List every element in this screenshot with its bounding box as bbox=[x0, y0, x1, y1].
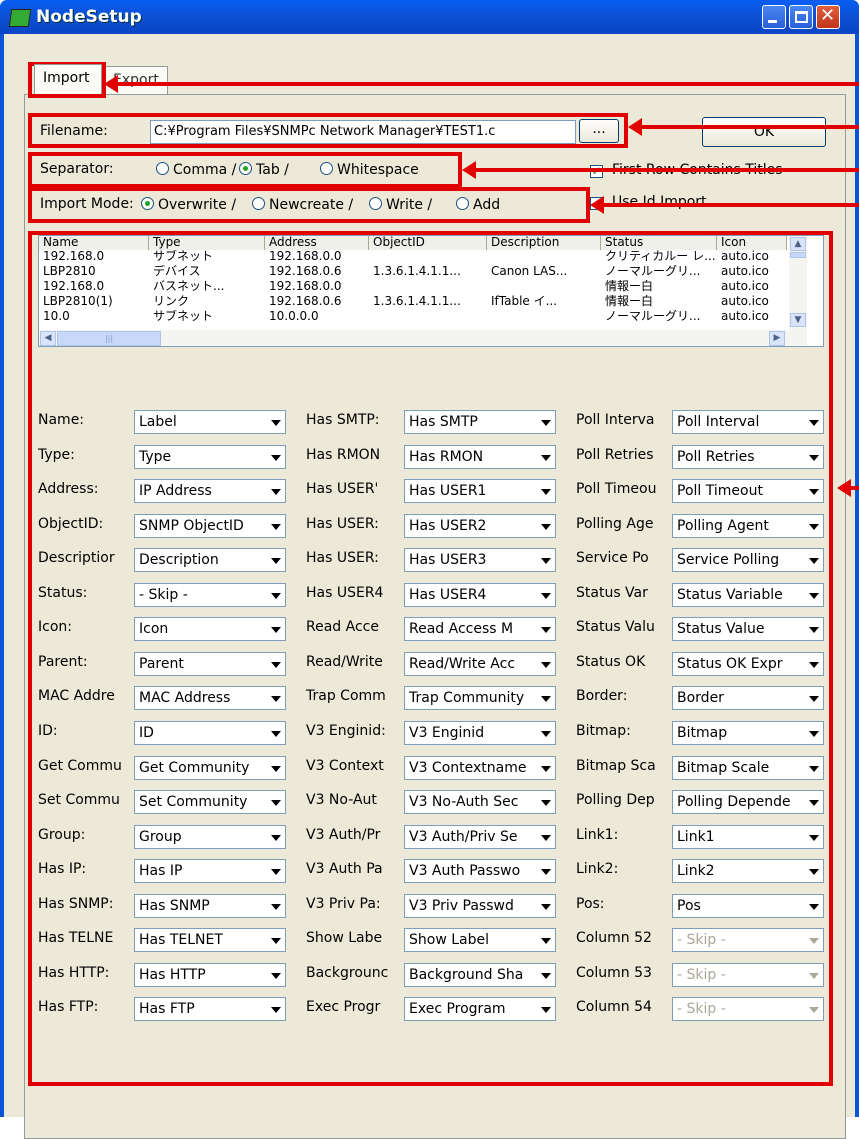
annotation-box bbox=[28, 113, 628, 148]
close-button[interactable]: ✕ bbox=[816, 5, 840, 29]
minimize-icon bbox=[768, 20, 777, 23]
close-icon: ✕ bbox=[820, 5, 836, 26]
annotation-arrow bbox=[628, 118, 859, 136]
title-bar[interactable]: NodeSetup ✕ bbox=[0, 0, 859, 34]
annotation-arrow bbox=[462, 161, 859, 179]
app-icon bbox=[8, 9, 32, 27]
use-id-import-label: Use Id Import bbox=[612, 194, 707, 210]
client-area: Import Export Filename: C:¥Program Files… bbox=[4, 34, 859, 1139]
maximize-icon bbox=[795, 11, 808, 23]
annotation-arrow bbox=[590, 196, 859, 214]
annotation-arrow bbox=[837, 479, 859, 497]
annotation-box bbox=[28, 231, 833, 1086]
window-title: NodeSetup bbox=[36, 7, 142, 27]
annotation-box bbox=[28, 187, 590, 223]
annotation-box bbox=[28, 152, 462, 188]
annotation-arrow bbox=[104, 75, 859, 93]
maximize-button[interactable] bbox=[789, 5, 813, 29]
tab-import[interactable]: Import bbox=[34, 64, 102, 94]
ok-button[interactable]: OK bbox=[702, 117, 826, 147]
minimize-button[interactable] bbox=[762, 5, 786, 29]
